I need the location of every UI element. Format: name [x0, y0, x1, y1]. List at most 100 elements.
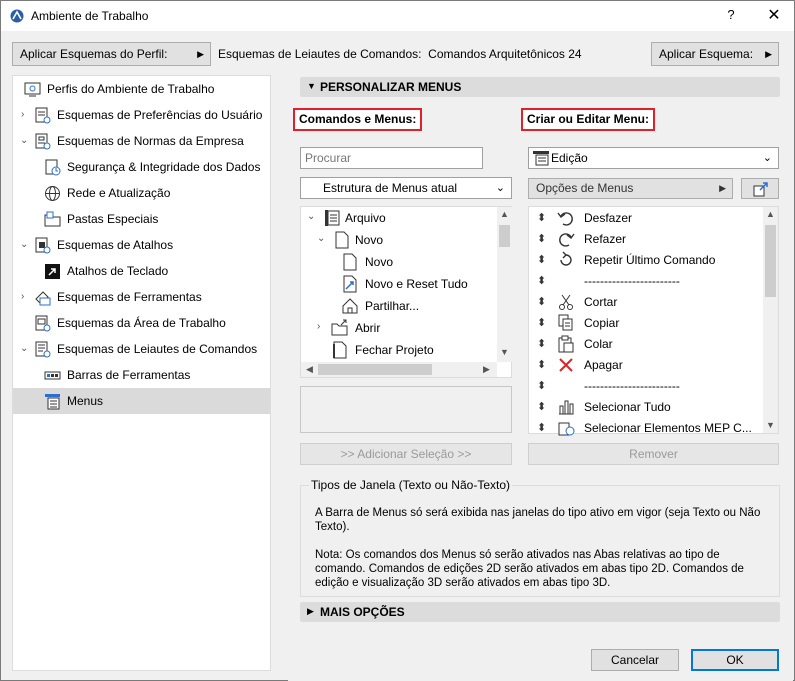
info-legend: Tipos de Janela (Texto ou Não-Texto) — [309, 478, 512, 492]
drag-handle-icon[interactable]: ⬍ — [537, 400, 546, 413]
tree-item-label: Fechar Projeto — [355, 343, 434, 357]
cancel-button[interactable]: Cancelar — [591, 649, 679, 671]
drag-handle-icon[interactable]: ⬍ — [537, 358, 546, 371]
triangle-down-icon[interactable]: ▼ — [307, 81, 316, 91]
menu-list-icon — [533, 151, 549, 166]
chevron-right-icon[interactable]: › — [317, 321, 320, 332]
list-item[interactable]: ⬍ Selecionar Tudo — [533, 396, 763, 418]
sidebar-item-label: Esquemas de Normas da Empresa — [57, 134, 244, 148]
chevron-down-icon[interactable]: ⌄ — [307, 211, 315, 222]
tree-item-label: Arquivo — [345, 211, 386, 225]
add-selection-button[interactable]: >> Adicionar Seleção >> — [300, 443, 512, 465]
ok-button[interactable]: OK — [691, 649, 779, 671]
drag-handle-icon[interactable]: ⬍ — [537, 337, 546, 350]
sidebar-item-toolbars[interactable]: Barras de Ferramentas — [13, 362, 270, 388]
triangle-right-icon[interactable]: ▶ — [307, 606, 314, 617]
sidebar-item-command-layout[interactable]: ⌄ Esquemas de Leiautes de Comandos — [13, 336, 270, 362]
menu-list-icon — [325, 210, 340, 226]
chevron-down-icon[interactable]: ⌄ — [20, 135, 28, 146]
drag-handle-icon[interactable]: ⬍ — [537, 316, 546, 329]
chevron-right-icon[interactable]: › — [21, 291, 24, 302]
more-options-title: MAIS OPÇÕES — [320, 605, 405, 619]
apply-profile-button[interactable]: Aplicar Esquemas do Perfil: ▶ — [12, 42, 211, 66]
sidebar-item-tool-schemes[interactable]: › Esquemas de Ferramentas — [13, 284, 270, 310]
chevron-down-icon[interactable]: ⌄ — [317, 233, 325, 244]
list-item[interactable]: ⬍ Refazer — [533, 228, 763, 250]
remove-button[interactable]: Remover — [528, 443, 779, 465]
scroll-thumb[interactable] — [318, 364, 432, 375]
list-vertical-scrollbar[interactable]: ▲ ▼ — [763, 207, 778, 433]
sidebar-item-keyboard-shortcuts[interactable]: Atalhos de Teclado — [13, 258, 270, 284]
list-item[interactable]: ⬍ Apagar — [533, 354, 763, 376]
drag-handle-icon[interactable]: ⬍ — [537, 421, 546, 434]
menu-select[interactable]: Edição ⌄ — [528, 147, 779, 169]
sidebar-item-company-standards[interactable]: ⌄ Esquemas de Normas da Empresa — [13, 128, 270, 154]
drag-handle-icon[interactable]: ⬍ — [537, 274, 546, 287]
drag-handle-icon[interactable]: ⬍ — [537, 295, 546, 308]
structure-select[interactable]: Estrutura de Menus atual ⌄ — [300, 177, 512, 199]
customize-menus-section-header[interactable]: ▼ PERSONALIZAR MENUS — [300, 77, 780, 97]
scroll-down-icon[interactable]: ▼ — [500, 347, 509, 357]
list-item-separator[interactable]: ⬍ ------------------------ — [533, 375, 763, 397]
scroll-down-icon[interactable]: ▼ — [766, 420, 775, 430]
scroll-thumb[interactable] — [765, 225, 776, 297]
list-item[interactable]: ⬍ Cortar — [533, 291, 763, 313]
sidebar-item-data-safety[interactable]: Segurança & Integridade dos Dados — [13, 154, 270, 180]
sidebar-item-network[interactable]: Rede e Atualização — [13, 180, 270, 206]
close-project-icon — [333, 341, 347, 359]
list-item[interactable]: ⬍ Colar — [533, 333, 763, 355]
sidebar-item-label: Perfis do Ambiente de Trabalho — [47, 82, 215, 96]
chevron-down-icon: ⌄ — [762, 152, 772, 164]
list-item[interactable]: ⬍ Desfazer — [533, 207, 763, 229]
apply-scheme-button[interactable]: Aplicar Esquema: ▶ — [651, 42, 779, 66]
help-button[interactable]: ? — [721, 7, 741, 25]
breadcrumb-category: Esquemas de Leiautes de Comandos — [218, 47, 419, 61]
scroll-left-icon[interactable]: ◀ — [306, 364, 313, 375]
chevron-right-icon[interactable]: › — [21, 109, 24, 120]
search-input[interactable]: Procurar — [300, 147, 483, 169]
section-title: PERSONALIZAR MENUS — [320, 80, 462, 94]
menu-options-button[interactable]: Opções de Menus ▶ — [528, 178, 733, 199]
list-item[interactable]: ⬍ Selecionar Elementos MEP C... — [533, 417, 763, 439]
sidebar-item-menus[interactable]: Menus — [13, 388, 270, 414]
window-types-info: Tipos de Janela (Texto ou Não-Texto) A B… — [300, 478, 780, 597]
sidebar-item-work-environment[interactable]: Esquemas da Área de Trabalho — [13, 310, 270, 336]
sidebar-item-profiles[interactable]: Perfis do Ambiente de Trabalho — [13, 76, 270, 102]
sidebar-item-user-preferences[interactable]: › Esquemas de Preferências do Usuário — [13, 102, 270, 128]
close-button[interactable]: ✕ — [763, 5, 785, 27]
file-icon — [335, 231, 349, 249]
export-menu-button[interactable] — [741, 178, 779, 199]
list-item[interactable]: ⬍ Repetir Último Comando — [533, 249, 763, 271]
more-options-section-header[interactable]: ▶ MAIS OPÇÕES — [300, 602, 780, 622]
company-standards-icon — [35, 133, 51, 150]
scroll-thumb[interactable] — [499, 225, 510, 247]
sidebar-item-label: Segurança & Integridade dos Dados — [67, 160, 261, 174]
tree-horizontal-scrollbar[interactable]: ◀ ▶ — [301, 362, 497, 377]
apply-profile-label: Aplicar Esquemas do Perfil: — [20, 47, 168, 61]
drag-handle-icon[interactable]: ⬍ — [537, 379, 546, 392]
sidebar-item-special-folders[interactable]: Pastas Especiais — [13, 206, 270, 232]
list-item-label: Desfazer — [584, 211, 633, 225]
list-item[interactable]: ⬍ Copiar — [533, 312, 763, 334]
structure-select-value: Estrutura de Menus atual — [323, 181, 458, 195]
drag-handle-icon[interactable]: ⬍ — [537, 232, 546, 245]
sidebar-item-shortcut-schemes[interactable]: ⌄ Esquemas de Atalhos — [13, 232, 270, 258]
list-item-separator[interactable]: ⬍ ------------------------ — [533, 270, 763, 292]
drag-handle-icon[interactable]: ⬍ — [537, 211, 546, 224]
scroll-up-icon[interactable]: ▲ — [500, 209, 509, 219]
network-globe-icon — [45, 186, 60, 201]
scroll-up-icon[interactable]: ▲ — [766, 209, 775, 219]
create-edit-menu-label: Criar ou Editar Menu: — [521, 108, 656, 131]
tree-item-label: Partilhar... — [365, 299, 420, 313]
tree-item-label: Novo — [365, 255, 394, 269]
scroll-right-icon[interactable]: ▶ — [483, 364, 490, 375]
open-folder-icon — [331, 319, 348, 336]
sidebar-item-label: Esquemas da Área de Trabalho — [57, 316, 226, 330]
info-paragraph-2: Nota: Os comandos dos Menus só serão ati… — [315, 549, 744, 589]
chevron-down-icon[interactable]: ⌄ — [20, 343, 28, 354]
command-layout-icon — [35, 341, 51, 358]
chevron-down-icon[interactable]: ⌄ — [20, 239, 28, 250]
drag-handle-icon[interactable]: ⬍ — [537, 253, 546, 266]
tree-vertical-scrollbar[interactable]: ▲ ▼ — [497, 207, 512, 362]
commands-menus-label: Comandos e Menus: — [293, 108, 423, 131]
